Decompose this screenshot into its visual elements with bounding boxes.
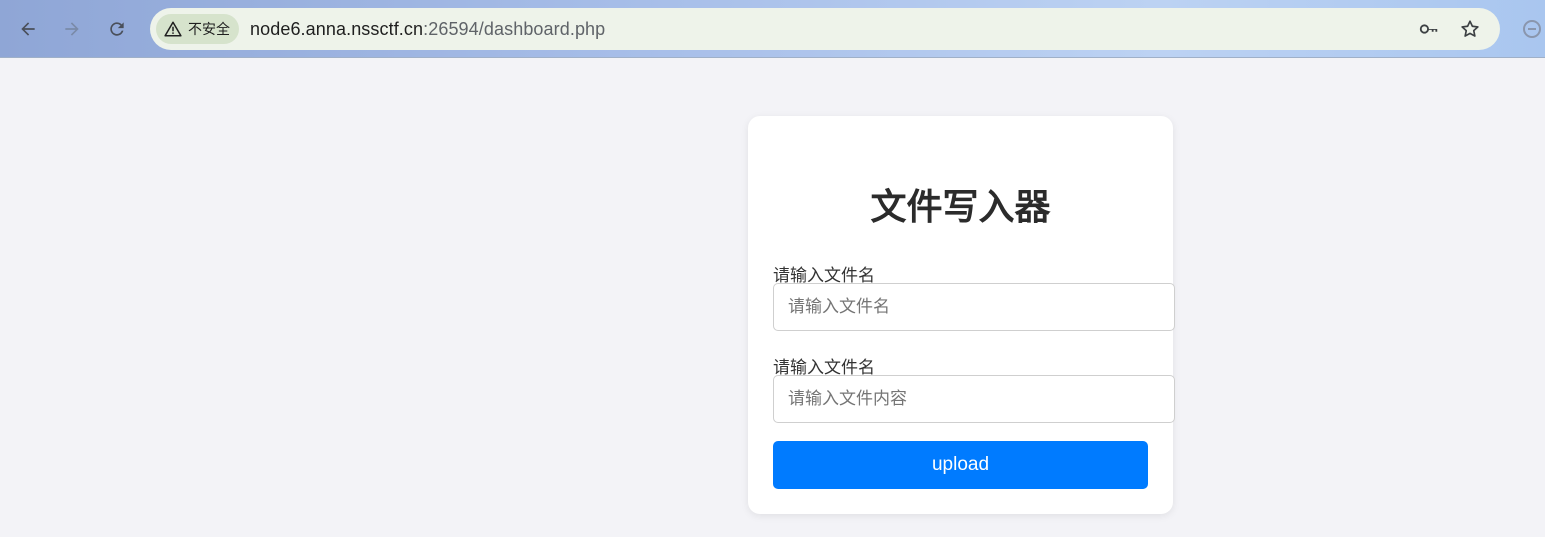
browser-toolbar: 不安全 node6.anna.nssctf.cn:26594/dashboard… <box>0 0 1545 58</box>
url-text[interactable]: node6.anna.nssctf.cn:26594/dashboard.php <box>250 19 605 40</box>
url-host: node6.anna.nssctf.cn <box>250 18 424 39</box>
star-icon <box>1461 20 1479 37</box>
warning-triangle-icon <box>164 21 182 37</box>
reload-button[interactable] <box>102 14 132 44</box>
reload-icon <box>110 22 124 36</box>
arrow-right-icon <box>65 22 79 36</box>
back-button[interactable] <box>13 14 43 44</box>
url-path: :26594/dashboard.php <box>423 18 606 39</box>
bookmark-button[interactable] <box>1458 17 1482 41</box>
forward-button[interactable] <box>57 14 87 44</box>
security-chip[interactable]: 不安全 <box>156 14 239 44</box>
arrow-left-icon <box>21 22 35 36</box>
password-key-button[interactable] <box>1417 17 1441 41</box>
upload-button[interactable]: upload <box>773 441 1148 489</box>
page-title: 文件写入器 <box>870 187 1051 228</box>
key-icon <box>1419 24 1438 34</box>
filename-input[interactable] <box>773 283 1175 331</box>
content-input[interactable] <box>773 375 1175 423</box>
address-bar[interactable]: 不安全 node6.anna.nssctf.cn:26594/dashboard… <box>150 8 1500 50</box>
security-label: 不安全 <box>188 22 230 38</box>
extension-button[interactable] <box>1520 17 1544 41</box>
minus-circle-icon <box>1523 20 1541 38</box>
